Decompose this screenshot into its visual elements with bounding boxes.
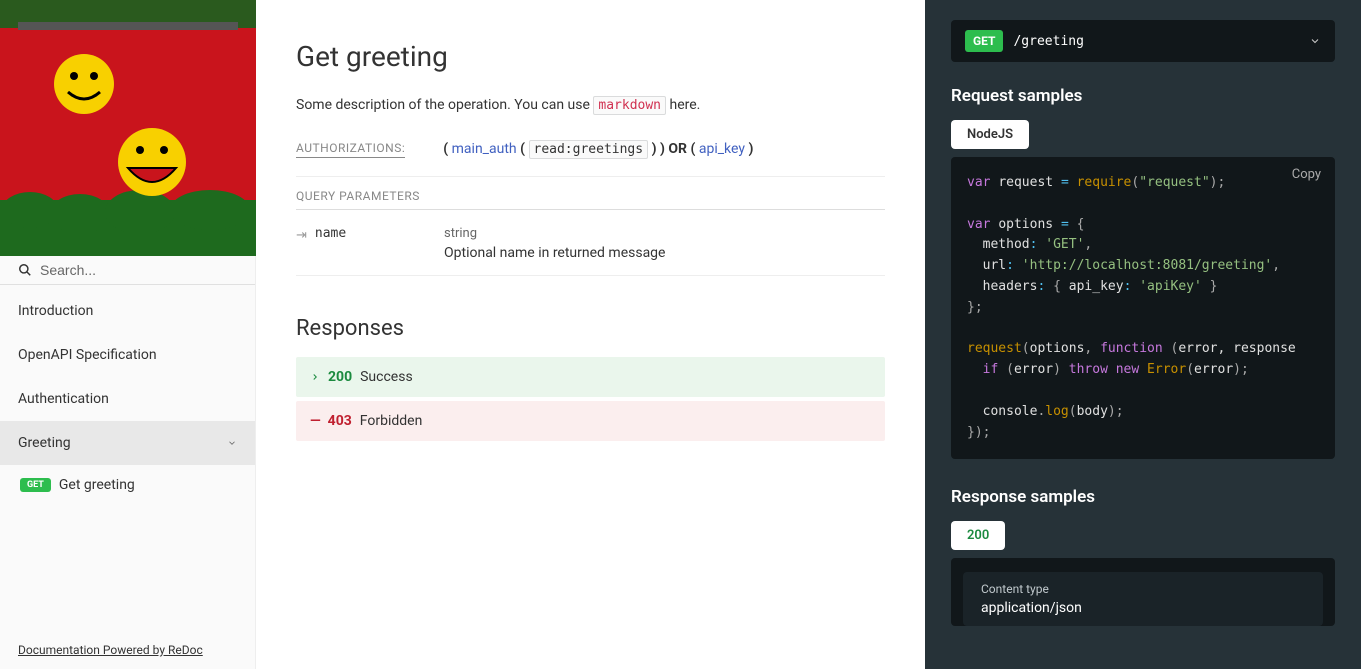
logo-image xyxy=(0,0,256,256)
nav-item-openapi[interactable]: OpenAPI Specification xyxy=(0,333,255,377)
operation-description: Some description of the operation. You c… xyxy=(296,97,885,113)
nav-label: Authentication xyxy=(18,391,109,407)
search-input[interactable] xyxy=(40,262,237,278)
response-200-row[interactable]: 200 Success xyxy=(296,357,885,397)
paren: ) ) xyxy=(652,141,665,157)
http-method-badge: GET xyxy=(965,30,1003,52)
nav-item-introduction[interactable]: Introduction xyxy=(0,289,255,333)
nav-item-greeting[interactable]: Greeting xyxy=(0,421,255,465)
param-name-cell: ⇥ name xyxy=(296,226,424,261)
param-details: string Optional name in returned message xyxy=(444,226,665,261)
paren: ( xyxy=(520,141,525,157)
auth-main-link[interactable]: main_auth xyxy=(452,141,517,157)
response-samples-heading: Response samples xyxy=(951,487,1335,507)
chevron-right-icon xyxy=(310,372,320,382)
paren: ( xyxy=(443,141,448,157)
footer-redoc-link[interactable]: Documentation Powered by ReDoc xyxy=(0,631,255,669)
param-description: Optional name in returned message xyxy=(444,245,665,261)
nav-label: OpenAPI Specification xyxy=(18,347,157,363)
search-icon xyxy=(18,263,32,277)
http-method-badge: GET xyxy=(20,478,51,492)
nav-sub-get-greeting[interactable]: GET Get greeting xyxy=(0,465,255,505)
auth-scope: read:greetings xyxy=(529,140,649,159)
sidebar: Introduction OpenAPI Specification Authe… xyxy=(0,0,256,669)
page-title: Get greeting xyxy=(296,40,885,73)
auth-apikey-link[interactable]: api_key xyxy=(699,141,745,157)
response-403-row[interactable]: — 403 Forbidden xyxy=(296,401,885,441)
endpoint-path: /greeting xyxy=(1013,34,1299,49)
chevron-down-icon xyxy=(1309,35,1321,47)
desc-text: Some description of the operation. You c… xyxy=(296,97,593,113)
samples-panel: GET /greeting Request samples NodeJS Cop… xyxy=(925,0,1361,669)
response-text: Forbidden xyxy=(360,413,423,429)
main-content: Get greeting Some description of the ope… xyxy=(256,0,925,669)
authorizations-row: AUTHORIZATIONS: ( main_auth ( read:greet… xyxy=(296,141,885,177)
nav-label: Greeting xyxy=(18,435,71,451)
nav-menu: Introduction OpenAPI Specification Authe… xyxy=(0,285,255,631)
param-row-name: ⇥ name string Optional name in returned … xyxy=(296,220,885,276)
dash-icon: — xyxy=(310,413,320,429)
tab-response-200[interactable]: 200 xyxy=(951,521,1005,550)
responses-heading: Responses xyxy=(296,316,885,341)
response-code: 403 xyxy=(328,413,352,429)
authorizations-value: ( main_auth ( read:greetings ) ) OR ( ap… xyxy=(443,141,753,157)
request-code-block: Copy var request = require("request"); v… xyxy=(951,157,1335,459)
endpoint-selector[interactable]: GET /greeting xyxy=(951,20,1335,62)
search-container xyxy=(0,256,255,285)
nav-item-authentication[interactable]: Authentication xyxy=(0,377,255,421)
authorizations-label: AUTHORIZATIONS: xyxy=(296,141,405,158)
chevron-down-icon xyxy=(227,438,237,448)
paren: ( xyxy=(690,141,695,157)
request-samples-heading: Request samples xyxy=(951,86,1335,106)
content-type-label: Content type xyxy=(981,582,1305,596)
param-type: string xyxy=(444,226,665,241)
markdown-code: markdown xyxy=(593,96,666,115)
param-arrow-icon: ⇥ xyxy=(296,228,307,243)
param-name: name xyxy=(315,226,346,241)
content-type-box: Content type application/json xyxy=(963,572,1323,626)
copy-button[interactable]: Copy xyxy=(1292,167,1321,182)
auth-or: OR xyxy=(668,141,687,157)
query-parameters-label: QUERY PARAMETERS xyxy=(296,189,885,210)
paren: ) xyxy=(748,141,753,157)
desc-text: here. xyxy=(666,97,700,113)
response-text: Success xyxy=(360,369,413,385)
nav-sub-label: Get greeting xyxy=(59,477,135,493)
response-body-box: Content type application/json xyxy=(951,558,1335,626)
content-type-value: application/json xyxy=(981,600,1305,616)
response-code: 200 xyxy=(328,369,352,385)
nav-label: Introduction xyxy=(18,303,93,319)
tab-nodejs[interactable]: NodeJS xyxy=(951,120,1029,149)
code-content: var request = require("request"); var op… xyxy=(967,173,1319,443)
